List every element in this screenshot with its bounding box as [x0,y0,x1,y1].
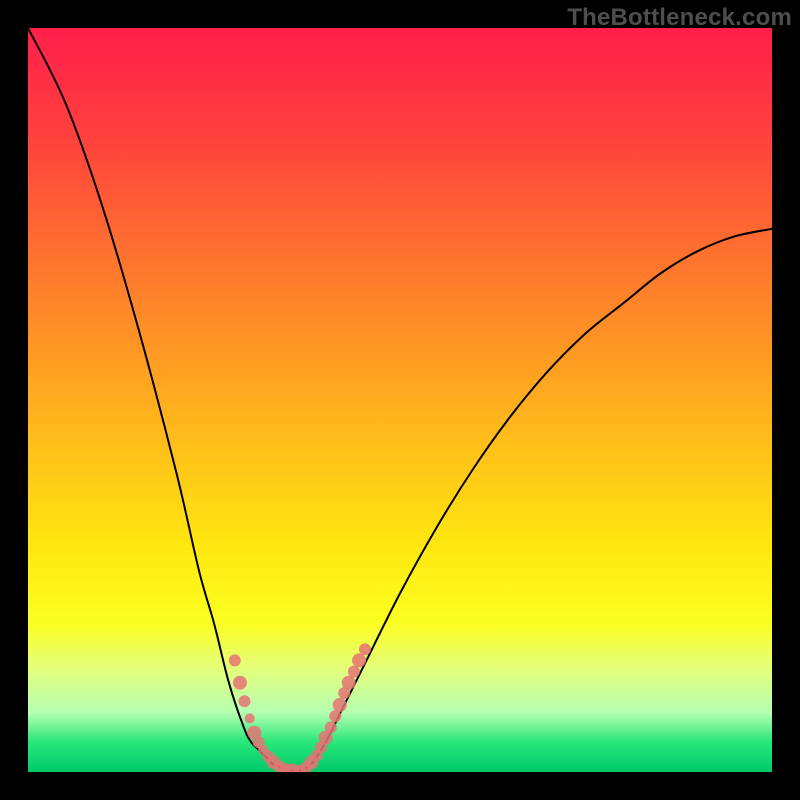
scatter-dot [359,643,371,655]
scatter-dot [233,676,247,690]
right-branch-curve [296,229,772,771]
plot-area [28,28,772,772]
scatter-dot [239,695,251,707]
scatter-dot [325,721,337,733]
scatter-dot [352,653,366,667]
scatter-dot [342,676,356,690]
chart-frame: TheBottleneck.com [0,0,800,800]
left-branch-curve [28,28,296,771]
watermark-text: TheBottleneck.com [567,4,792,32]
scatter-dot [245,713,255,723]
curve-layer [28,28,772,772]
scatter-dots [229,643,371,772]
scatter-dot [329,710,341,722]
scatter-dot [333,698,347,712]
scatter-dot [229,654,241,666]
scatter-dot [348,666,360,678]
